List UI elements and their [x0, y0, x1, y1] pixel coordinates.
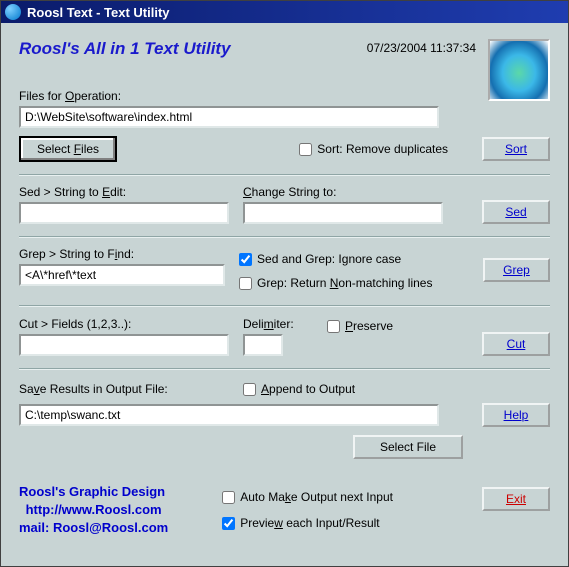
sed-edit-label: Sed > String to Edit:: [19, 185, 229, 199]
save-output-label: Save Results in Output File:: [19, 382, 229, 396]
output-file-input[interactable]: [19, 404, 439, 426]
cut-button[interactable]: Cut: [482, 332, 550, 356]
select-output-file-button[interactable]: Select File: [353, 435, 463, 459]
sort-button[interactable]: Sort: [482, 137, 550, 161]
footer-line1: Roosl's Graphic Design: [19, 483, 168, 501]
sort-remove-duplicates-checkbox[interactable]: Sort: Remove duplicates: [299, 139, 448, 159]
app-icon: [5, 4, 21, 20]
exit-button[interactable]: Exit: [482, 487, 550, 511]
sed-change-input[interactable]: [243, 202, 443, 224]
preview-checkbox[interactable]: Preview each Input/Result: [222, 513, 393, 533]
timestamp: 07/23/2004 11:37:34: [367, 41, 476, 55]
grep-find-input[interactable]: [19, 264, 225, 286]
window-title: Roosl Text - Text Utility: [27, 5, 170, 20]
ignore-case-checkbox[interactable]: Sed and Grep: Ignore case: [239, 249, 455, 269]
delimiter-label: Delimiter:: [243, 317, 313, 331]
app-window: Roosl Text - Text Utility Roosl's All in…: [0, 0, 569, 567]
auto-make-output-checkbox[interactable]: Auto Make Output next Input: [222, 487, 393, 507]
cut-fields-input[interactable]: [19, 334, 229, 356]
grep-button[interactable]: Grep: [483, 258, 550, 282]
sed-button[interactable]: Sed: [482, 200, 550, 224]
sed-edit-input[interactable]: [19, 202, 229, 224]
preserve-checkbox[interactable]: Preserve: [327, 316, 393, 336]
files-input[interactable]: [19, 106, 439, 128]
app-title: Roosl's All in 1 Text Utility: [19, 39, 231, 59]
grep-find-label: Grep > String to Find:: [19, 247, 225, 261]
sed-change-label: Change String to:: [243, 185, 443, 199]
append-output-checkbox[interactable]: Append to Output: [243, 379, 355, 399]
cut-fields-label: Cut > Fields (1,2,3..):: [19, 317, 229, 331]
title-bar: Roosl Text - Text Utility: [1, 1, 568, 23]
help-button[interactable]: Help: [482, 403, 550, 427]
footer-line2: http://www.Roosl.com: [19, 501, 168, 519]
footer-info: Roosl's Graphic Design http://www.Roosl.…: [19, 483, 168, 537]
delimiter-input[interactable]: [243, 334, 283, 356]
non-matching-checkbox[interactable]: Grep: Return Non-matching lines: [239, 273, 455, 293]
files-label: Files for Operation:: [19, 89, 550, 103]
select-files-button[interactable]: Select Files: [19, 136, 117, 162]
footer-line3: mail: Roosl@Roosl.com: [19, 519, 168, 537]
